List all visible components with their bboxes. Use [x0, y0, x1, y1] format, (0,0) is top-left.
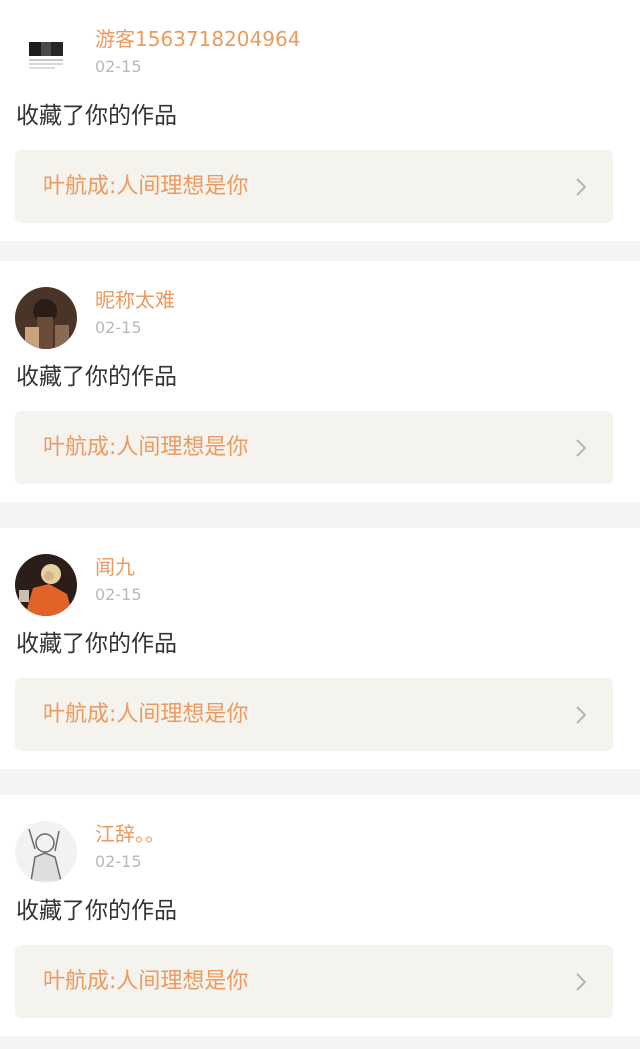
notification-card: 闻九 02-15 收藏了你的作品 叶航成:人间理想是你: [0, 528, 640, 769]
user-avatar[interactable]: [15, 821, 77, 883]
timestamp: 02-15: [95, 57, 142, 76]
notification-feed: 游客1563718204964 02-15 收藏了你的作品 叶航成:人间理想是你…: [0, 0, 640, 1049]
user-avatar[interactable]: [15, 287, 77, 349]
chevron-right-icon: [576, 973, 587, 991]
chevron-right-icon: [576, 706, 587, 724]
action-text: 收藏了你的作品: [16, 898, 177, 924]
action-text: 收藏了你的作品: [16, 103, 177, 129]
username[interactable]: 闻九: [95, 552, 135, 582]
avatar-image: [15, 821, 77, 883]
avatar-image: [15, 554, 77, 616]
work-title: 叶航成:人间理想是你: [43, 969, 249, 994]
timestamp: 02-15: [95, 585, 142, 604]
user-avatar[interactable]: [15, 26, 77, 88]
work-link[interactable]: 叶航成:人间理想是你: [15, 150, 613, 223]
timestamp: 02-15: [95, 318, 142, 337]
timestamp: 02-15: [95, 852, 142, 871]
user-avatar[interactable]: [15, 554, 77, 616]
avatar-image: [15, 287, 77, 349]
work-link[interactable]: 叶航成:人间理想是你: [15, 678, 613, 751]
chevron-right-icon: [576, 439, 587, 457]
work-link[interactable]: 叶航成:人间理想是你: [15, 411, 613, 484]
work-title: 叶航成:人间理想是你: [43, 702, 249, 727]
work-title: 叶航成:人间理想是你: [43, 435, 249, 460]
avatar-image: [15, 26, 77, 88]
work-link[interactable]: 叶航成:人间理想是你: [15, 945, 613, 1018]
username[interactable]: 昵称太难: [95, 285, 175, 315]
username[interactable]: 江辞。。: [95, 819, 165, 849]
notification-card: 江辞。。 02-15 收藏了你的作品 叶航成:人间理想是你: [0, 795, 640, 1036]
action-text: 收藏了你的作品: [16, 631, 177, 657]
notification-card: 昵称太难 02-15 收藏了你的作品 叶航成:人间理想是你: [0, 261, 640, 502]
notification-card: 游客1563718204964 02-15 收藏了你的作品 叶航成:人间理想是你: [0, 0, 640, 241]
username[interactable]: 游客1563718204964: [95, 24, 300, 54]
action-text: 收藏了你的作品: [16, 364, 177, 390]
chevron-right-icon: [576, 178, 587, 196]
work-title: 叶航成:人间理想是你: [43, 174, 249, 199]
